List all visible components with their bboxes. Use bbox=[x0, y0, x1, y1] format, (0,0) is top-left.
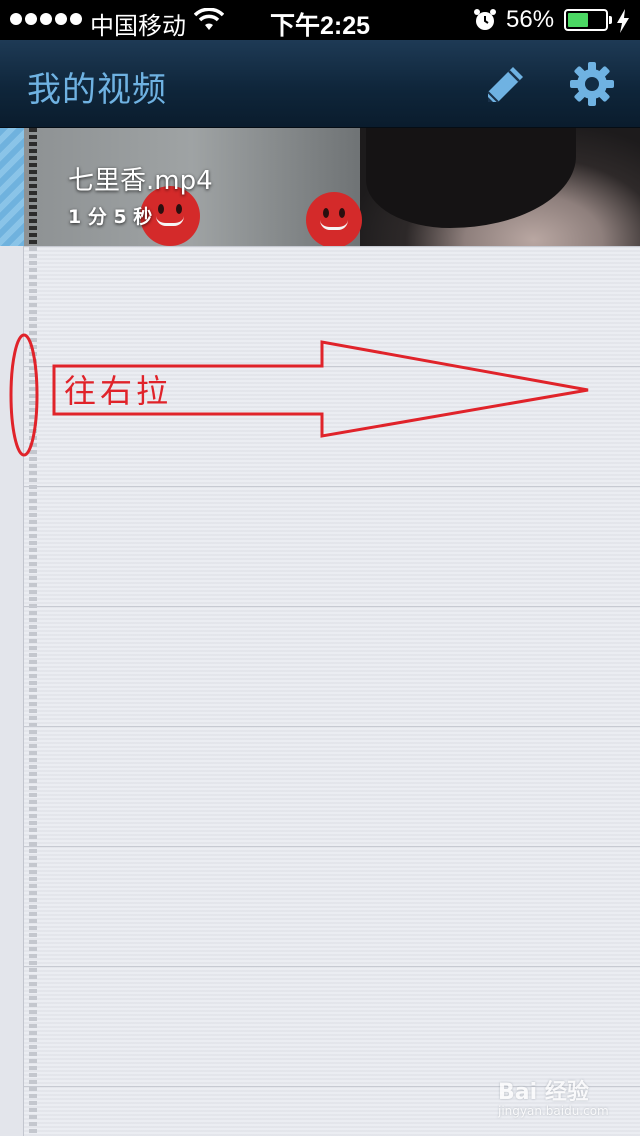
page-title: 我的视频 bbox=[27, 70, 167, 110]
watermark-logo: Bai 经验 bbox=[498, 1080, 589, 1105]
row-divider bbox=[24, 486, 640, 487]
edit-button[interactable] bbox=[482, 62, 528, 108]
row-divider bbox=[24, 966, 640, 967]
thumbnail-smiley-balloon bbox=[306, 192, 362, 246]
carrier-name: 中国移动 bbox=[90, 12, 186, 40]
charging-bolt-icon bbox=[617, 9, 629, 33]
gear-icon bbox=[570, 62, 614, 106]
signal-strength-icon bbox=[10, 13, 82, 25]
perforation-strip bbox=[29, 128, 37, 1136]
navigation-bar: 我的视频 bbox=[0, 40, 640, 128]
video-list-item[interactable]: 七里香.mp4 1 分 5 秒 bbox=[0, 128, 640, 246]
row-divider bbox=[24, 726, 640, 727]
wifi-icon bbox=[194, 8, 224, 30]
watermark-url: jingyan.baidu.com bbox=[498, 1104, 609, 1118]
video-list[interactable] bbox=[0, 128, 640, 1136]
row-divider bbox=[24, 246, 640, 247]
pencil-icon bbox=[487, 67, 523, 103]
annotation-label: 往右拉 bbox=[64, 372, 173, 410]
video-title: 七里香.mp4 bbox=[68, 166, 213, 196]
battery-icon bbox=[564, 9, 612, 31]
drag-handle-strip[interactable] bbox=[0, 128, 24, 1136]
watermark: Bai 经验 jingyan.baidu.com bbox=[498, 1074, 638, 1130]
row-divider bbox=[24, 606, 640, 607]
video-duration: 1 分 5 秒 bbox=[68, 206, 153, 228]
cell-handle[interactable] bbox=[0, 128, 24, 246]
film-perforation bbox=[29, 128, 37, 246]
settings-button[interactable] bbox=[568, 60, 616, 108]
row-divider bbox=[24, 846, 640, 847]
alarm-clock-icon bbox=[474, 9, 496, 30]
battery-percentage: 56% bbox=[506, 6, 555, 33]
status-bar: 中国移动 下午2:25 56% bbox=[0, 0, 640, 40]
